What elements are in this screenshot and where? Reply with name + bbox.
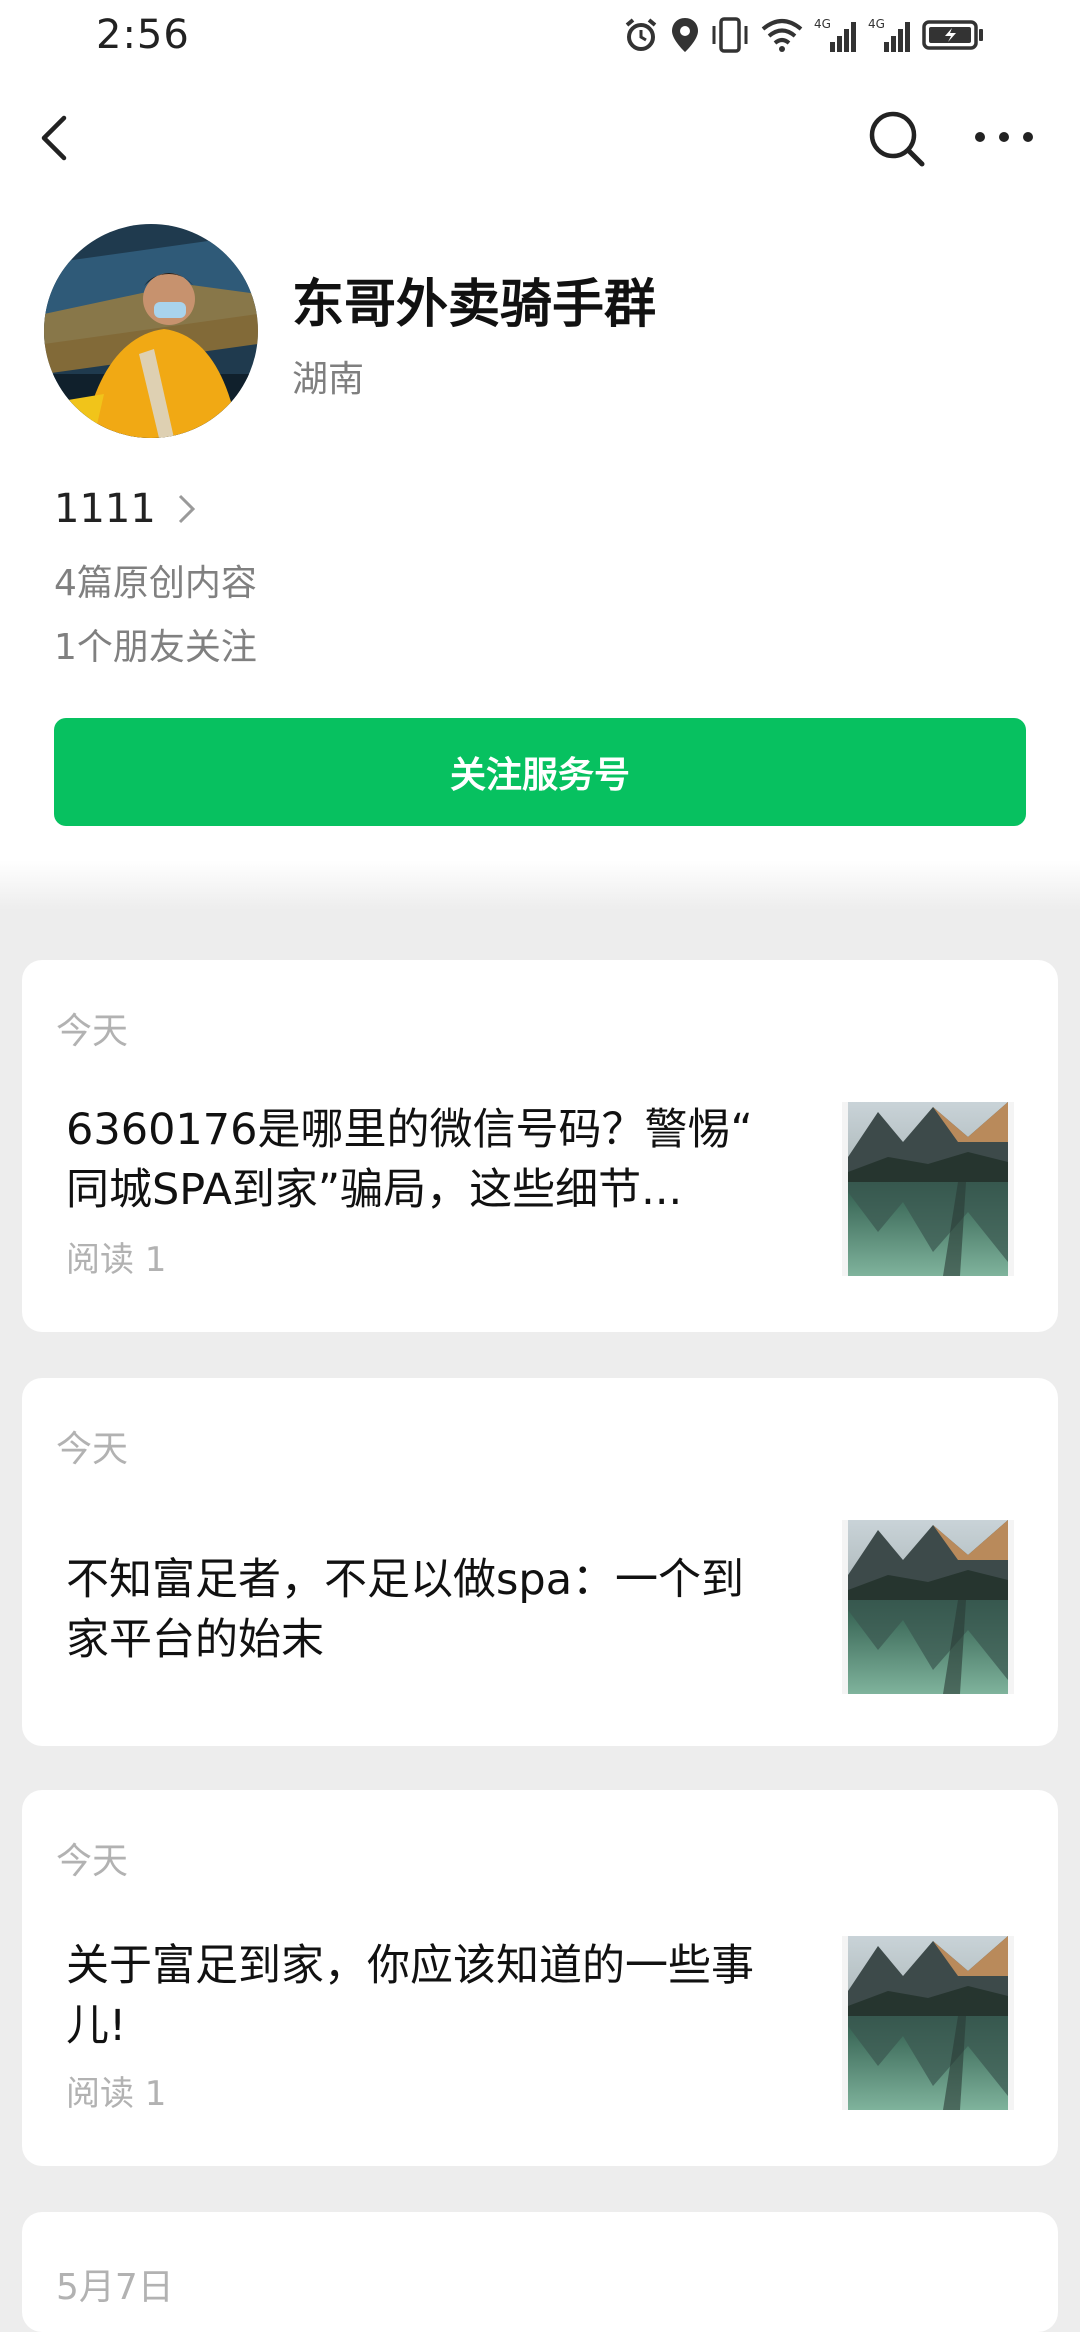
article-title[interactable]: 不知富足者，不足以做spa：一个到 家平台的始末 [66,1550,826,1670]
signal-4g-icon: 4G [814,17,856,52]
location-icon [672,18,698,52]
avatar[interactable] [44,224,258,438]
article-card[interactable]: 今天 不知富足者，不足以做spa：一个到 家平台的始末 [22,1378,1058,1746]
chevron-right-icon [178,494,195,524]
back-icon[interactable] [30,108,80,168]
follow-button[interactable]: 关注服务号 [54,718,1026,826]
search-icon[interactable] [866,108,926,168]
account-id-row[interactable]: 1111 [54,486,198,532]
article-read-count: 阅读 1 [66,1240,167,1280]
article-title-line: 不知富足者，不足以做spa：一个到 [66,1555,745,1605]
article-title-line: 家平台的始末 [66,1615,324,1665]
article-title-line: 同城SPA到家”骗局，这些细节... [66,1165,683,1215]
account-name: 东哥外卖骑手群 [292,275,657,335]
article-thumbnail[interactable] [842,1520,1014,1694]
status-time: 2:56 [96,12,190,58]
battery-charging-icon [922,20,983,50]
alarm-icon [625,18,657,51]
article-date: 今天 [56,1429,129,1470]
article-date: 今天 [56,1841,129,1882]
vibrate-icon [712,17,748,53]
signal-4g-icon: 4G [868,17,910,52]
account-region: 湖南 [292,359,365,400]
wifi-icon [761,19,803,52]
article-card[interactable]: 今天 6360176是哪里的微信号码？警惕“ 同城SPA到家”骗局，这些细节..… [22,960,1058,1332]
article-card[interactable]: 5月7日 [22,2212,1058,2332]
article-title-line: 6360176是哪里的微信号码？警惕“ [66,1105,753,1155]
article-date: 5月7日 [56,2267,174,2308]
svg-text:4G: 4G [868,17,885,31]
article-read-count: 阅读 1 [66,2074,167,2114]
more-icon[interactable] [972,112,1036,162]
article-card[interactable]: 今天 关于富足到家，你应该知道的一些事 儿! 阅读 1 [22,1790,1058,2166]
article-title-line: 关于富足到家，你应该知道的一些事 [66,1941,754,1991]
article-title-line: 儿! [66,2001,127,2051]
article-title[interactable]: 6360176是哪里的微信号码？警惕“ 同城SPA到家”骗局，这些细节... [66,1100,826,1220]
account-id: 1111 [54,486,156,532]
article-date: 今天 [56,1011,129,1052]
article-title[interactable]: 关于富足到家，你应该知道的一些事 儿! [66,1936,826,2056]
friends-following[interactable]: 1个朋友关注 [54,618,257,670]
article-thumbnail[interactable] [842,1102,1014,1276]
original-content-count[interactable]: 4篇原创内容 [54,554,257,606]
svg-text:4G: 4G [814,17,831,31]
status-icons: 4G 4G [622,16,984,54]
article-thumbnail[interactable] [842,1936,1014,2110]
